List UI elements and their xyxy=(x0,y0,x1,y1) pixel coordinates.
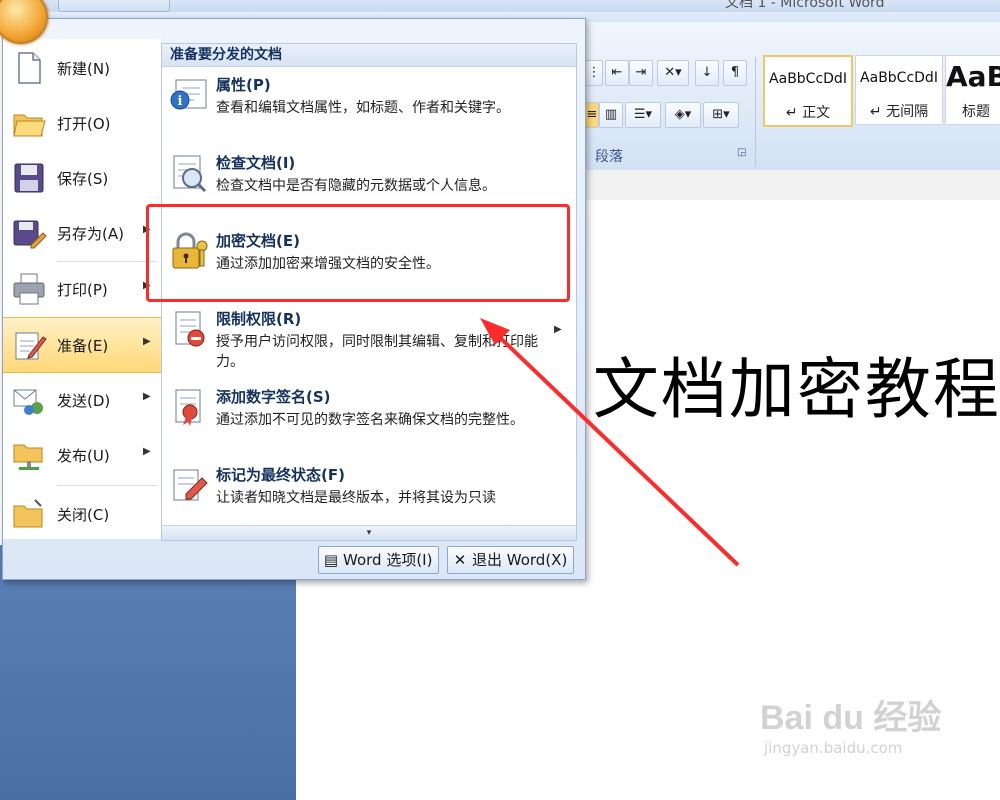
annotation-arrow xyxy=(480,318,740,567)
